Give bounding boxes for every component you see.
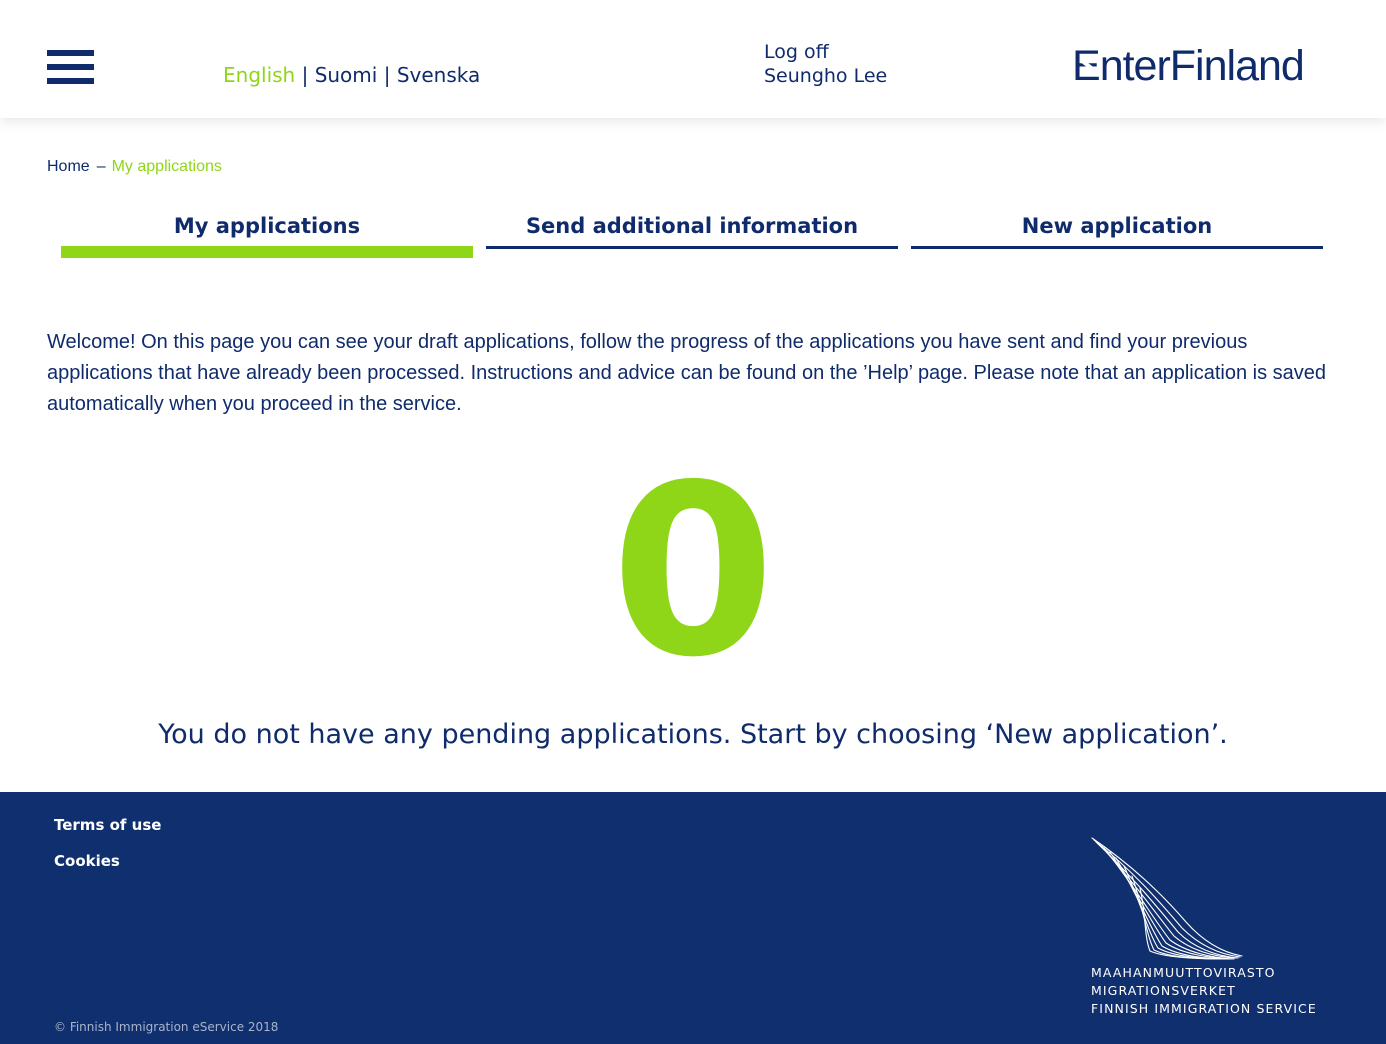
pending-applications-count: 0 xyxy=(610,434,776,709)
menu-bar xyxy=(47,78,94,84)
brand-chevron-icon xyxy=(1079,58,1093,76)
enterfinland-logo[interactable]: EnterFinland xyxy=(1072,44,1342,88)
tab-label: New application xyxy=(1021,214,1213,238)
language-suomi[interactable]: Suomi xyxy=(315,63,378,87)
breadcrumb: Home – My applications xyxy=(47,157,222,177)
agency-name-swedish: MIGRATIONSVERKET xyxy=(1091,983,1236,998)
tab-indicator xyxy=(911,246,1323,249)
user-name: Seungho Lee xyxy=(764,65,888,87)
copyright: © Finnish Immigration eService 2018 xyxy=(54,1020,279,1034)
terms-of-use-link[interactable]: Terms of use xyxy=(54,816,161,834)
user-area: Log off Seungho Lee xyxy=(764,40,887,88)
brand-rest: nterFinland xyxy=(1099,42,1305,90)
language-english[interactable]: English xyxy=(223,63,295,87)
brand-e-letter: E xyxy=(1072,44,1101,88)
hamburger-menu-icon[interactable] xyxy=(47,50,94,84)
tab-label: My applications xyxy=(173,214,361,238)
language-separator: | xyxy=(301,63,309,87)
language-separator: | xyxy=(383,63,391,87)
brand-wordmark: EnterFinland xyxy=(1072,42,1305,90)
menu-bar xyxy=(47,50,94,56)
no-pending-applications-message: You do not have any pending applications… xyxy=(158,719,1228,750)
welcome-text: Welcome! On this page you can see your d… xyxy=(47,331,1327,415)
site-footer: Terms of use Cookies © Finnish Immigrati… xyxy=(0,792,1386,1044)
language-switcher: English | Suomi | Svenska xyxy=(223,63,480,87)
cookies-link[interactable]: Cookies xyxy=(54,852,120,870)
agency-name-english: FINNISH IMMIGRATION SERVICE xyxy=(1091,1001,1317,1016)
site-header: English | Suomi | Svenska Log off Seungh… xyxy=(0,0,1386,118)
menu-bar xyxy=(47,64,94,70)
breadcrumb-separator: – xyxy=(96,158,106,175)
migri-wing-logo-icon xyxy=(1091,837,1243,960)
language-svenska[interactable]: Svenska xyxy=(397,63,480,87)
tab-send-additional-information[interactable]: Send additional information xyxy=(486,212,898,260)
agency-name: MAAHANMUUTTOVIRASTO MIGRATIONSVERKET FIN… xyxy=(1091,964,1317,1018)
tab-my-applications[interactable]: My applications xyxy=(61,212,473,260)
tab-new-application[interactable]: New application xyxy=(911,212,1323,260)
agency-name-finnish: MAAHANMUUTTOVIRASTO xyxy=(1091,965,1276,980)
finnish-immigration-service-logo[interactable]: MAAHANMUUTTOVIRASTO MIGRATIONSVERKET FIN… xyxy=(1090,836,1330,1016)
breadcrumb-home[interactable]: Home xyxy=(47,158,90,175)
logoff-link[interactable]: Log off xyxy=(764,40,887,64)
tab-label: Send additional information xyxy=(525,214,859,238)
breadcrumb-current[interactable]: My applications xyxy=(112,158,222,175)
tab-indicator xyxy=(486,246,898,249)
tab-indicator xyxy=(61,246,473,258)
